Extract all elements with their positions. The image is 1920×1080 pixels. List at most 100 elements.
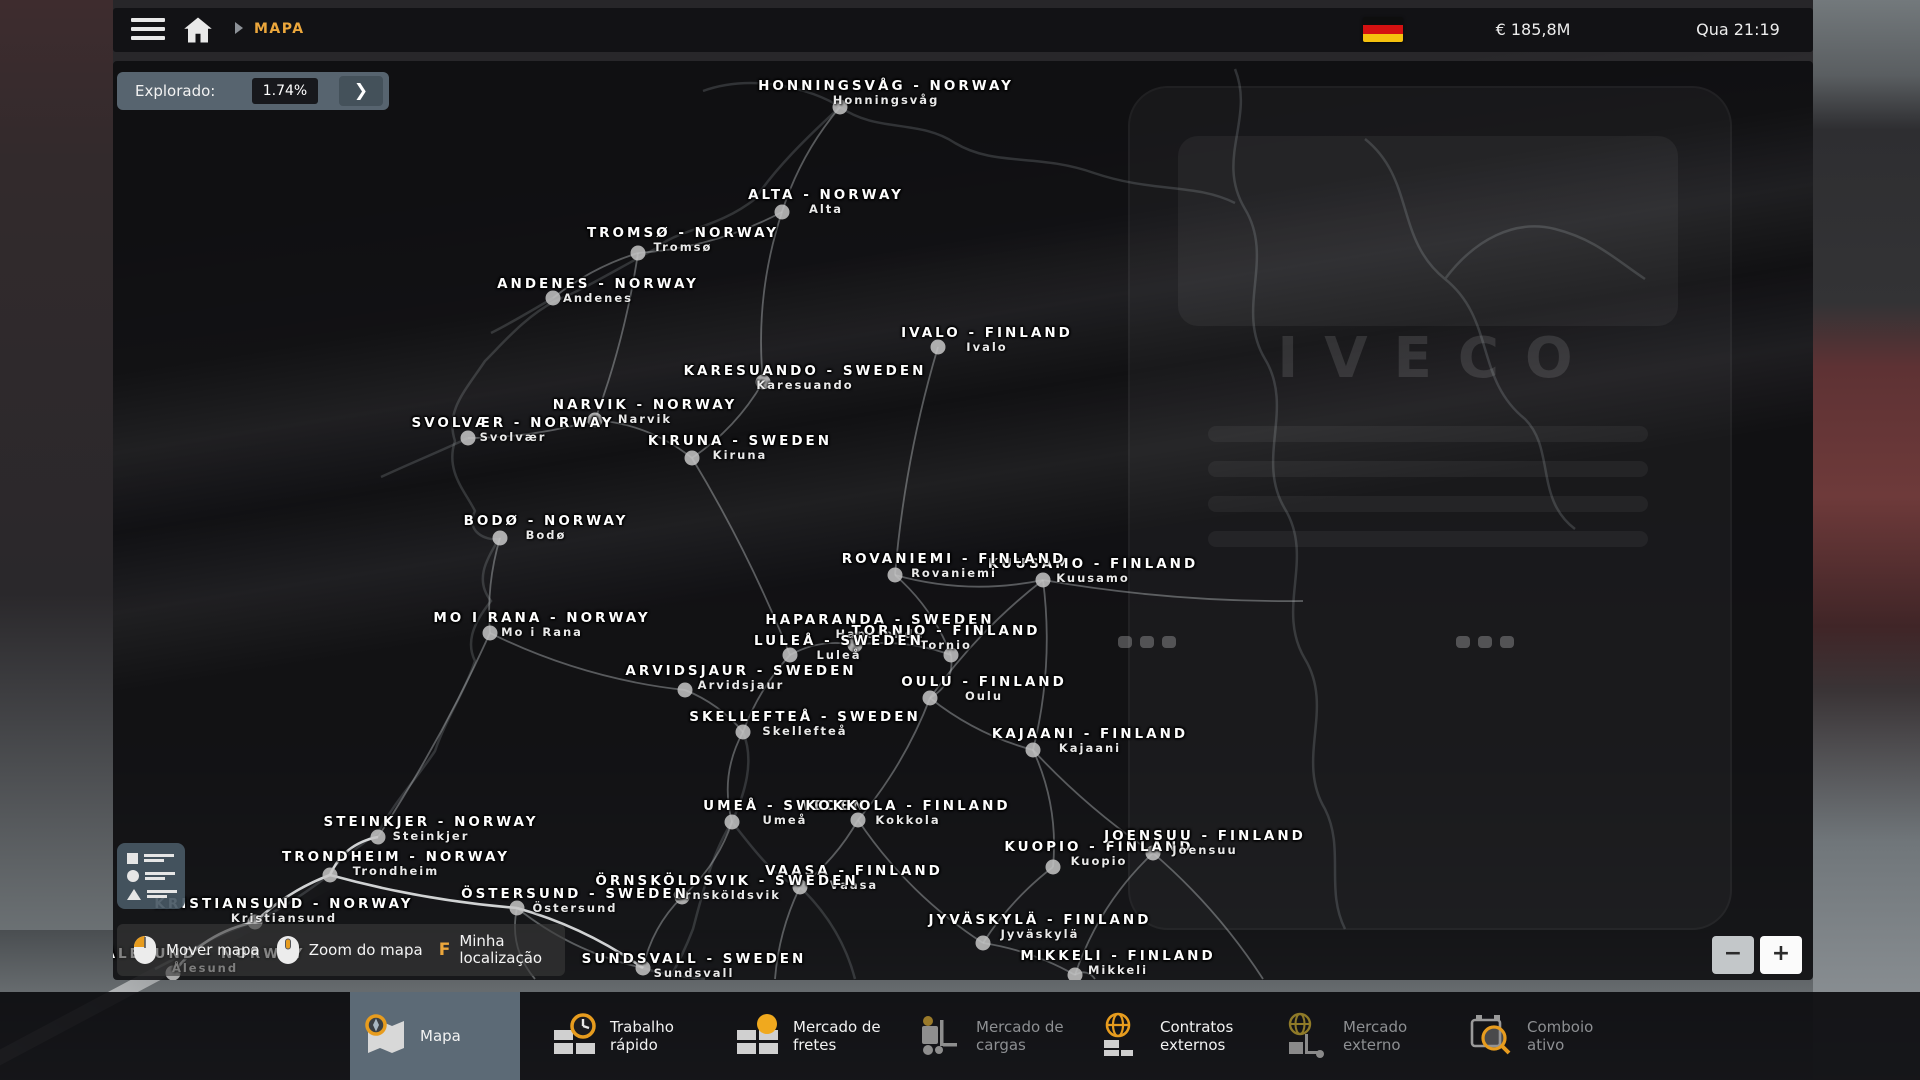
breadcrumb[interactable]: MAPA — [254, 21, 305, 37]
cargo-market-icon — [916, 1012, 966, 1060]
active-convoy-icon — [1467, 1012, 1517, 1060]
coastline — [1365, 139, 1645, 529]
flag-stripe-black — [1363, 17, 1403, 25]
city-name-label: LULEÅ - SWEDEN — [629, 633, 1049, 649]
city-sub-label: Kiruna — [530, 448, 950, 462]
city-name-label: SKELLEFTEÅ - SWEDEN — [595, 709, 1015, 725]
map-city-label-kokkola[interactable]: KOKKOLA - FINLANDKokkola — [698, 798, 1118, 827]
city-name-label: HONNINGSVÅG - NORWAY — [676, 78, 1096, 94]
city-sub-label: Alta — [616, 202, 1036, 216]
city-sub-label: Joensuu — [995, 843, 1415, 857]
city-name-label: MIKKELI - FINLAND — [908, 948, 1328, 964]
zoom-out-button[interactable]: − — [1712, 936, 1754, 974]
legend-circle-glyph — [127, 870, 139, 882]
city-name-label: BODØ - NORWAY — [336, 513, 756, 529]
map-city-label-oulu[interactable]: OULU - FINLANDOulu — [774, 674, 1194, 703]
legend-triangle-glyph — [127, 889, 141, 900]
mouse-left-click-icon — [133, 935, 157, 965]
map-city-label-steinkjer[interactable]: STEINKJER - NORWAYSteinkjer — [221, 814, 641, 843]
my-location-hint: F Minha localização — [439, 933, 542, 968]
menu-icon[interactable] — [131, 18, 165, 42]
home-icon[interactable] — [183, 15, 213, 45]
map-city-label-karesuando[interactable]: KARESUANDO - SWEDENKaresuando — [595, 363, 1015, 392]
map-city-label-honningsvag[interactable]: HONNINGSVÅG - NORWAYHonningsvåg — [676, 78, 1096, 107]
flag-stripe-gold — [1363, 34, 1403, 42]
mouse-wheel-icon — [276, 935, 300, 965]
city-name-label: TRONDHEIM - NORWAY — [186, 849, 606, 865]
bottom-navbar: Mapa Trabalhorápido Mercado defretes — [0, 992, 1920, 1080]
city-sub-label: Tromsø — [473, 240, 893, 254]
breadcrumb-arrow-icon — [235, 22, 243, 34]
map-city-label-rovaniemi[interactable]: ROVANIEMI - FINLANDRovaniemi — [744, 551, 1164, 580]
map-legend-icon[interactable] — [117, 843, 185, 909]
map-city-label-ivalo[interactable]: IVALO - FINLANDIvalo — [777, 325, 1197, 354]
map-city-label-andenes[interactable]: ANDENES - NORWAYAndenes — [388, 276, 808, 305]
tab-mercado-de-cargas[interactable]: Mercado decargas — [906, 992, 1084, 1080]
city-sub-label: Jyväskylä — [830, 927, 1250, 941]
city-sub-label: Andenes — [388, 291, 808, 305]
city-name-label: OULU - FINLAND — [774, 674, 1194, 690]
zoom-in-button[interactable]: + — [1760, 936, 1802, 974]
city-sub-label: Kajaani — [880, 741, 1300, 755]
city-name-label: ROVANIEMI - FINLAND — [744, 551, 1164, 567]
map-city-label-jyvaskyla[interactable]: JYVÄSKYLÄ - FINLANDJyväskylä — [830, 912, 1250, 941]
tab-mapa[interactable]: Mapa — [350, 992, 520, 1080]
city-sub-label: Honningsvåg — [676, 93, 1096, 107]
city-name-label: KOKKOLA - FINLAND — [698, 798, 1118, 814]
map-city-label-kajaani[interactable]: KAJAANI - FINLANDKajaani — [880, 726, 1300, 755]
zoom-map-hint: Zoom do mapa — [276, 935, 423, 965]
city-name-label: KAJAANI - FINLAND — [880, 726, 1300, 742]
tab-mercado-de-fretes[interactable]: Mercado defretes — [723, 992, 901, 1080]
external-market-icon — [1283, 1012, 1333, 1060]
city-sub-label: Steinkjer — [221, 829, 641, 843]
city-sub-label: Oulu — [774, 689, 1194, 703]
explored-label: Explorado: — [135, 82, 215, 100]
move-map-label: Mover mapa — [166, 941, 260, 959]
city-sub-label: Kristiansund — [113, 911, 494, 925]
explored-badge: Explorado: 1.74% ❯ — [117, 72, 389, 110]
city-name-label: KIRUNA - SWEDEN — [530, 433, 950, 449]
legend-square-glyph — [127, 853, 138, 864]
city-sub-label: Kokkola — [698, 813, 1118, 827]
my-location-label: Minha localização — [459, 933, 542, 968]
city-name-label: STEINKJER - NORWAY — [221, 814, 641, 830]
city-name-label: JOENSUU - FINLAND — [995, 828, 1415, 844]
tab-trabalho-rapido[interactable]: Trabalhorápido — [540, 992, 718, 1080]
map-city-label-kiruna[interactable]: KIRUNA - SWEDENKiruna — [530, 433, 950, 462]
city-sub-label: Mikkeli — [908, 963, 1328, 977]
world-map-panel[interactable]: IVECO HONNINGSVÅG - NORWAYHonningsvågALT… — [113, 61, 1813, 980]
external-contracts-icon — [1100, 1012, 1150, 1060]
city-name-label: KARESUANDO - SWEDEN — [595, 363, 1015, 379]
game-datetime: Qua 21:19 — [1648, 20, 1828, 39]
germany-flag[interactable] — [1363, 17, 1403, 42]
quick-job-icon — [550, 1012, 600, 1060]
city-name-label: ALTA - NORWAY — [616, 187, 1036, 203]
explored-next-button[interactable]: ❯ — [339, 76, 383, 106]
map-city-label-mikkeli[interactable]: MIKKELI - FINLANDMikkeli — [908, 948, 1328, 977]
map-city-label-lulea[interactable]: LULEÅ - SWEDENLuleå — [629, 633, 1049, 662]
garage-left-wall — [0, 0, 113, 1080]
map-controls-bar: Mover mapa Zoom do mapa F Minha localiza… — [117, 924, 565, 976]
tab-comboio-ativo[interactable]: Comboioativo — [1457, 992, 1635, 1080]
city-name-label: ANDENES - NORWAY — [388, 276, 808, 292]
city-name-label: TROMSØ - NORWAY — [473, 225, 893, 241]
garage-right-wall — [1813, 0, 1920, 1080]
city-sub-label: Karesuando — [595, 378, 1015, 392]
map-city-label-joensuu[interactable]: JOENSUU - FINLANDJoensuu — [995, 828, 1415, 857]
city-name-label: IVALO - FINLAND — [777, 325, 1197, 341]
freight-market-icon — [733, 1012, 783, 1060]
tab-contratos-externos[interactable]: Contratosexternos — [1090, 992, 1268, 1080]
city-sub-label: Rovaniemi — [744, 566, 1164, 580]
money-balance: € 185,8M — [1443, 20, 1623, 39]
map-city-label-bodo[interactable]: BODØ - NORWAYBodø — [336, 513, 756, 542]
city-sub-label: Ivalo — [777, 340, 1197, 354]
tab-mercado-externo[interactable]: Mercadoexterno — [1273, 992, 1451, 1080]
city-name-label: JYVÄSKYLÄ - FINLAND — [830, 912, 1250, 928]
city-sub-label: Bodø — [336, 528, 756, 542]
map-city-label-tromso[interactable]: TROMSØ - NORWAYTromsø — [473, 225, 893, 254]
map-city-label-alta[interactable]: ALTA - NORWAYAlta — [616, 187, 1036, 216]
city-sub-label: Luleå — [629, 648, 1049, 662]
city-name-label: SVOLVÆR - NORWAY — [303, 415, 723, 431]
explored-value: 1.74% — [252, 78, 318, 104]
coastline — [1233, 69, 1345, 929]
